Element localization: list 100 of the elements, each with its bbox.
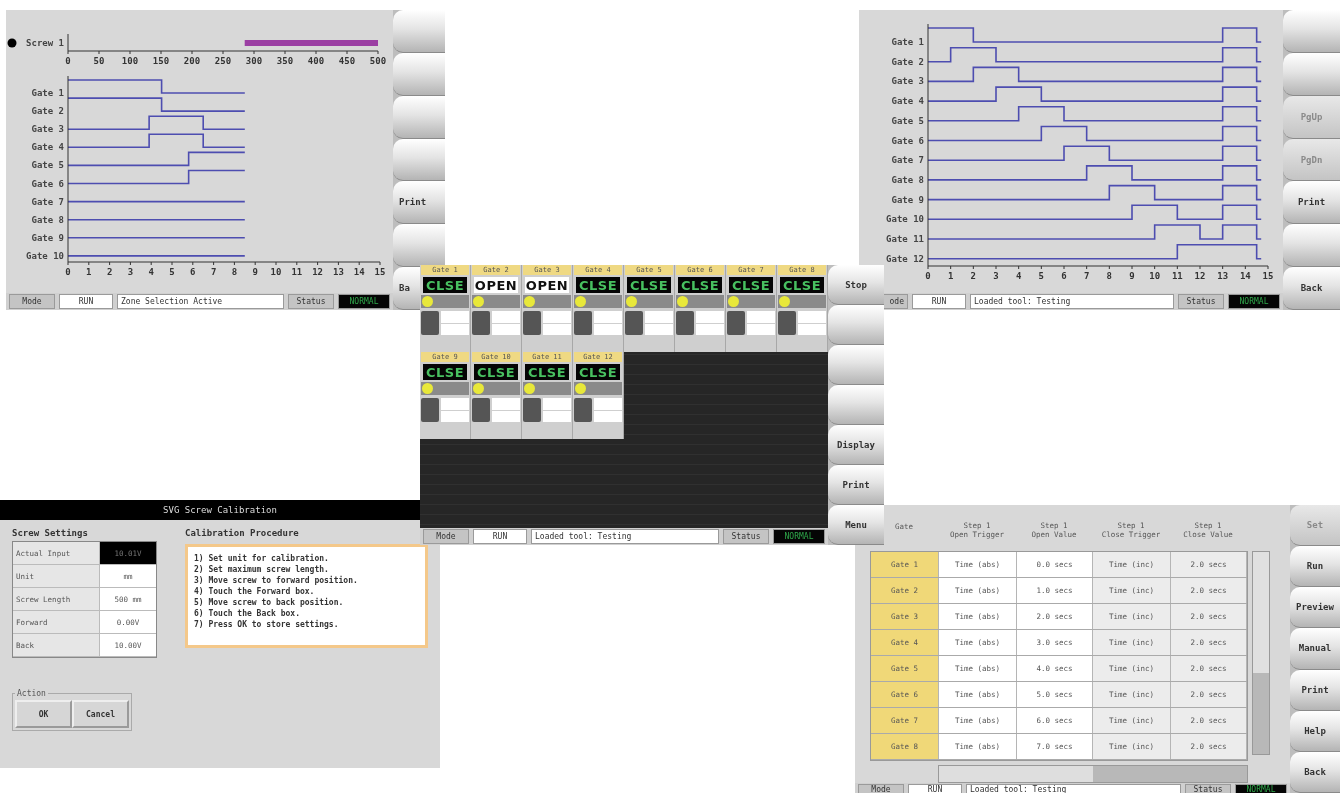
blank-side-button[interactable]	[1283, 52, 1340, 96]
tick-label: 2	[970, 271, 977, 281]
gate-control-knob[interactable]	[472, 311, 490, 335]
dialog-button[interactable]: OK	[15, 700, 72, 728]
status-message: Loaded tool: Testing	[531, 529, 719, 544]
gate-control-knob[interactable]	[778, 311, 796, 335]
tick-label: 0	[65, 56, 71, 66]
horizontal-scrollbar[interactable]	[938, 765, 1248, 783]
tick-label: 14	[1239, 271, 1251, 281]
side-button[interactable]: Print	[1283, 181, 1340, 225]
blank-side-button[interactable]	[393, 95, 445, 139]
side-button[interactable]: Stop	[828, 265, 884, 305]
blank-side-button[interactable]	[828, 385, 884, 425]
tick-label: 100	[121, 56, 139, 66]
tick-label: 7	[1083, 271, 1090, 281]
gate-state-display: OPEN	[525, 277, 569, 293]
gate-control-knob[interactable]	[523, 398, 541, 422]
tick-label: 1	[947, 271, 954, 281]
status-value: NORMAL	[773, 529, 825, 544]
side-button[interactable]: Back	[1283, 267, 1340, 310]
indicator-dot-icon	[779, 296, 790, 307]
gate-label: Gate 9	[891, 194, 924, 205]
procedure-step: 6) Touch the Back box.	[194, 608, 419, 619]
value-field	[543, 410, 571, 422]
dialog-button[interactable]: Cancel	[72, 700, 129, 728]
blank-side-button[interactable]	[393, 138, 445, 182]
side-button[interactable]: Run	[1290, 546, 1340, 588]
side-button[interactable]: Help	[1290, 710, 1340, 752]
gate-label: Gate 10	[26, 250, 64, 261]
gate-control-knob[interactable]	[421, 311, 439, 335]
tick-label: 50	[93, 56, 105, 66]
status-value: NORMAL	[1235, 784, 1287, 793]
gate-label: Gate 7	[891, 155, 924, 166]
tick-label: 200	[183, 56, 201, 66]
indicator-dot-icon	[422, 296, 433, 307]
tick-label: 8	[1106, 271, 1113, 281]
value-field	[696, 311, 724, 323]
tick-label: 250	[214, 56, 232, 66]
section-heading: Calibration Procedure	[185, 528, 300, 538]
status-value: NORMAL	[1228, 294, 1280, 309]
value-field	[492, 311, 520, 323]
mode-label: Mode	[423, 529, 469, 544]
value-field	[543, 398, 571, 410]
tick-label: 9	[252, 267, 258, 277]
side-button[interactable]: Ba	[393, 267, 420, 310]
blank-side-button[interactable]	[1283, 10, 1340, 53]
blank-side-button[interactable]	[393, 224, 445, 268]
tick-label: 6	[190, 267, 196, 277]
side-button[interactable]: Back	[1290, 751, 1340, 793]
value-field	[492, 323, 520, 335]
blank-side-button[interactable]	[828, 345, 884, 385]
gate-control-knob[interactable]	[472, 398, 490, 422]
gate-label: Gate 3	[31, 124, 64, 135]
value-field	[594, 410, 622, 422]
blank-side-button[interactable]	[393, 52, 445, 96]
indicator-dot-icon	[473, 383, 484, 394]
gate-control-knob[interactable]	[727, 311, 745, 335]
value-field	[645, 323, 673, 335]
gate-label: Gate 2	[891, 56, 924, 67]
gate-state-display: CLSE	[729, 277, 773, 293]
vertical-scrollbar[interactable]	[1252, 551, 1270, 755]
indicator-dot-icon	[575, 383, 586, 394]
procedure-step: 5) Move screw to back position.	[194, 597, 419, 608]
side-button[interactable]: Menu	[828, 505, 884, 545]
blank-side-button[interactable]	[828, 305, 884, 345]
gate-state-display: CLSE	[525, 364, 569, 380]
blank-side-button[interactable]	[1283, 224, 1340, 268]
side-button[interactable]: Print	[1290, 669, 1340, 711]
side-button[interactable]: Display	[828, 425, 884, 465]
status-message: Zone Selection Active	[117, 294, 284, 309]
value-field	[594, 398, 622, 410]
tick-label: 5	[1038, 271, 1045, 281]
indicator-dot-icon	[575, 296, 586, 307]
gate-control-knob[interactable]	[523, 311, 541, 335]
value-field	[543, 323, 571, 335]
side-button[interactable]: Print	[828, 465, 884, 505]
gate-state-display: CLSE	[474, 364, 518, 380]
gate-label: Gate 3	[891, 76, 924, 87]
gate-state-display: OPEN	[474, 277, 518, 293]
value-field	[798, 311, 826, 323]
gate-control-knob[interactable]	[676, 311, 694, 335]
gate-control-knob[interactable]	[574, 311, 592, 335]
indicator-dot-icon	[473, 296, 484, 307]
gate-control-knob[interactable]	[421, 398, 439, 422]
side-button[interactable]: Preview	[1290, 587, 1340, 629]
tick-label: 6	[1061, 271, 1067, 281]
value-field	[798, 323, 826, 335]
side-button[interactable]: Print	[393, 181, 445, 225]
gate-control-knob[interactable]	[625, 311, 643, 335]
gate-label: Gate 11	[886, 234, 924, 244]
indicator-dot-icon	[524, 383, 535, 394]
value-field	[441, 323, 469, 335]
side-button[interactable]: Manual	[1290, 628, 1340, 670]
status-value: NORMAL	[338, 294, 390, 309]
tick-label: 350	[276, 56, 294, 66]
gate-state-display: CLSE	[576, 277, 620, 293]
gate-label: Gate 8	[891, 174, 924, 185]
blank-side-button[interactable]	[393, 10, 445, 53]
gate-control-knob[interactable]	[574, 398, 592, 422]
gate-state-display: CLSE	[627, 277, 671, 293]
